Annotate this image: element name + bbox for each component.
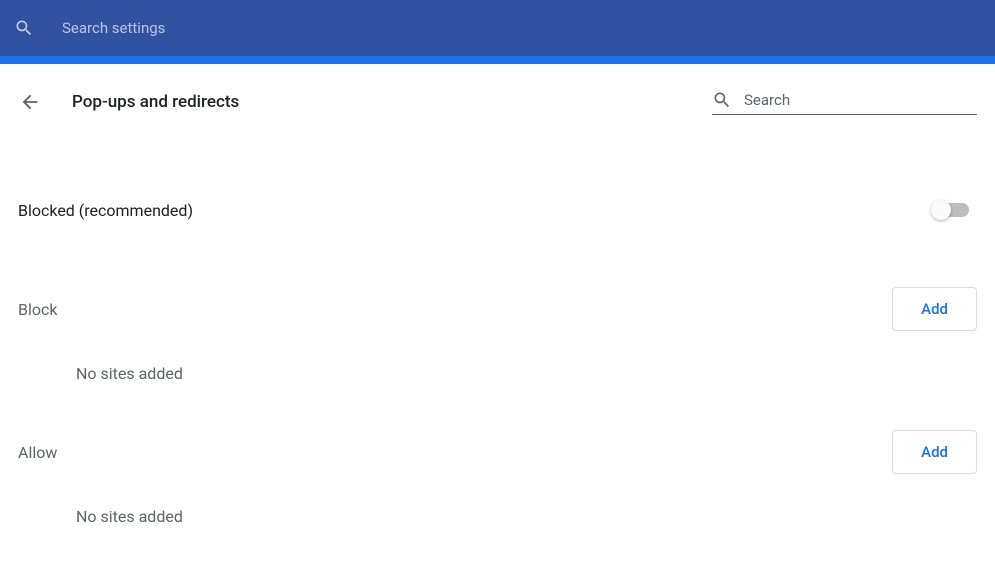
accent-bar (0, 56, 995, 64)
page-search-input[interactable] (744, 91, 977, 109)
allow-section-header: Allow Add (18, 425, 977, 479)
back-arrow-icon[interactable] (18, 90, 42, 114)
blocked-toggle[interactable] (933, 203, 969, 217)
search-icon (712, 90, 732, 110)
header-bar (0, 0, 995, 56)
search-icon[interactable] (12, 16, 36, 40)
page-search-field[interactable] (712, 90, 977, 115)
blocked-setting-label: Blocked (recommended) (18, 201, 193, 220)
allow-empty-message: No sites added (76, 507, 977, 526)
blocked-setting-row: Blocked (recommended) (18, 180, 977, 240)
block-section-header: Block Add (18, 282, 977, 336)
allow-add-button[interactable]: Add (892, 430, 977, 474)
toggle-knob (931, 200, 951, 220)
allow-section-label: Allow (18, 443, 57, 462)
block-empty-message: No sites added (76, 364, 977, 383)
page-title: Pop-ups and redirects (72, 92, 239, 112)
page-header: Pop-ups and redirects (18, 64, 977, 140)
block-section-label: Block (18, 300, 57, 319)
header-search-input[interactable] (62, 19, 462, 37)
block-add-button[interactable]: Add (892, 287, 977, 331)
